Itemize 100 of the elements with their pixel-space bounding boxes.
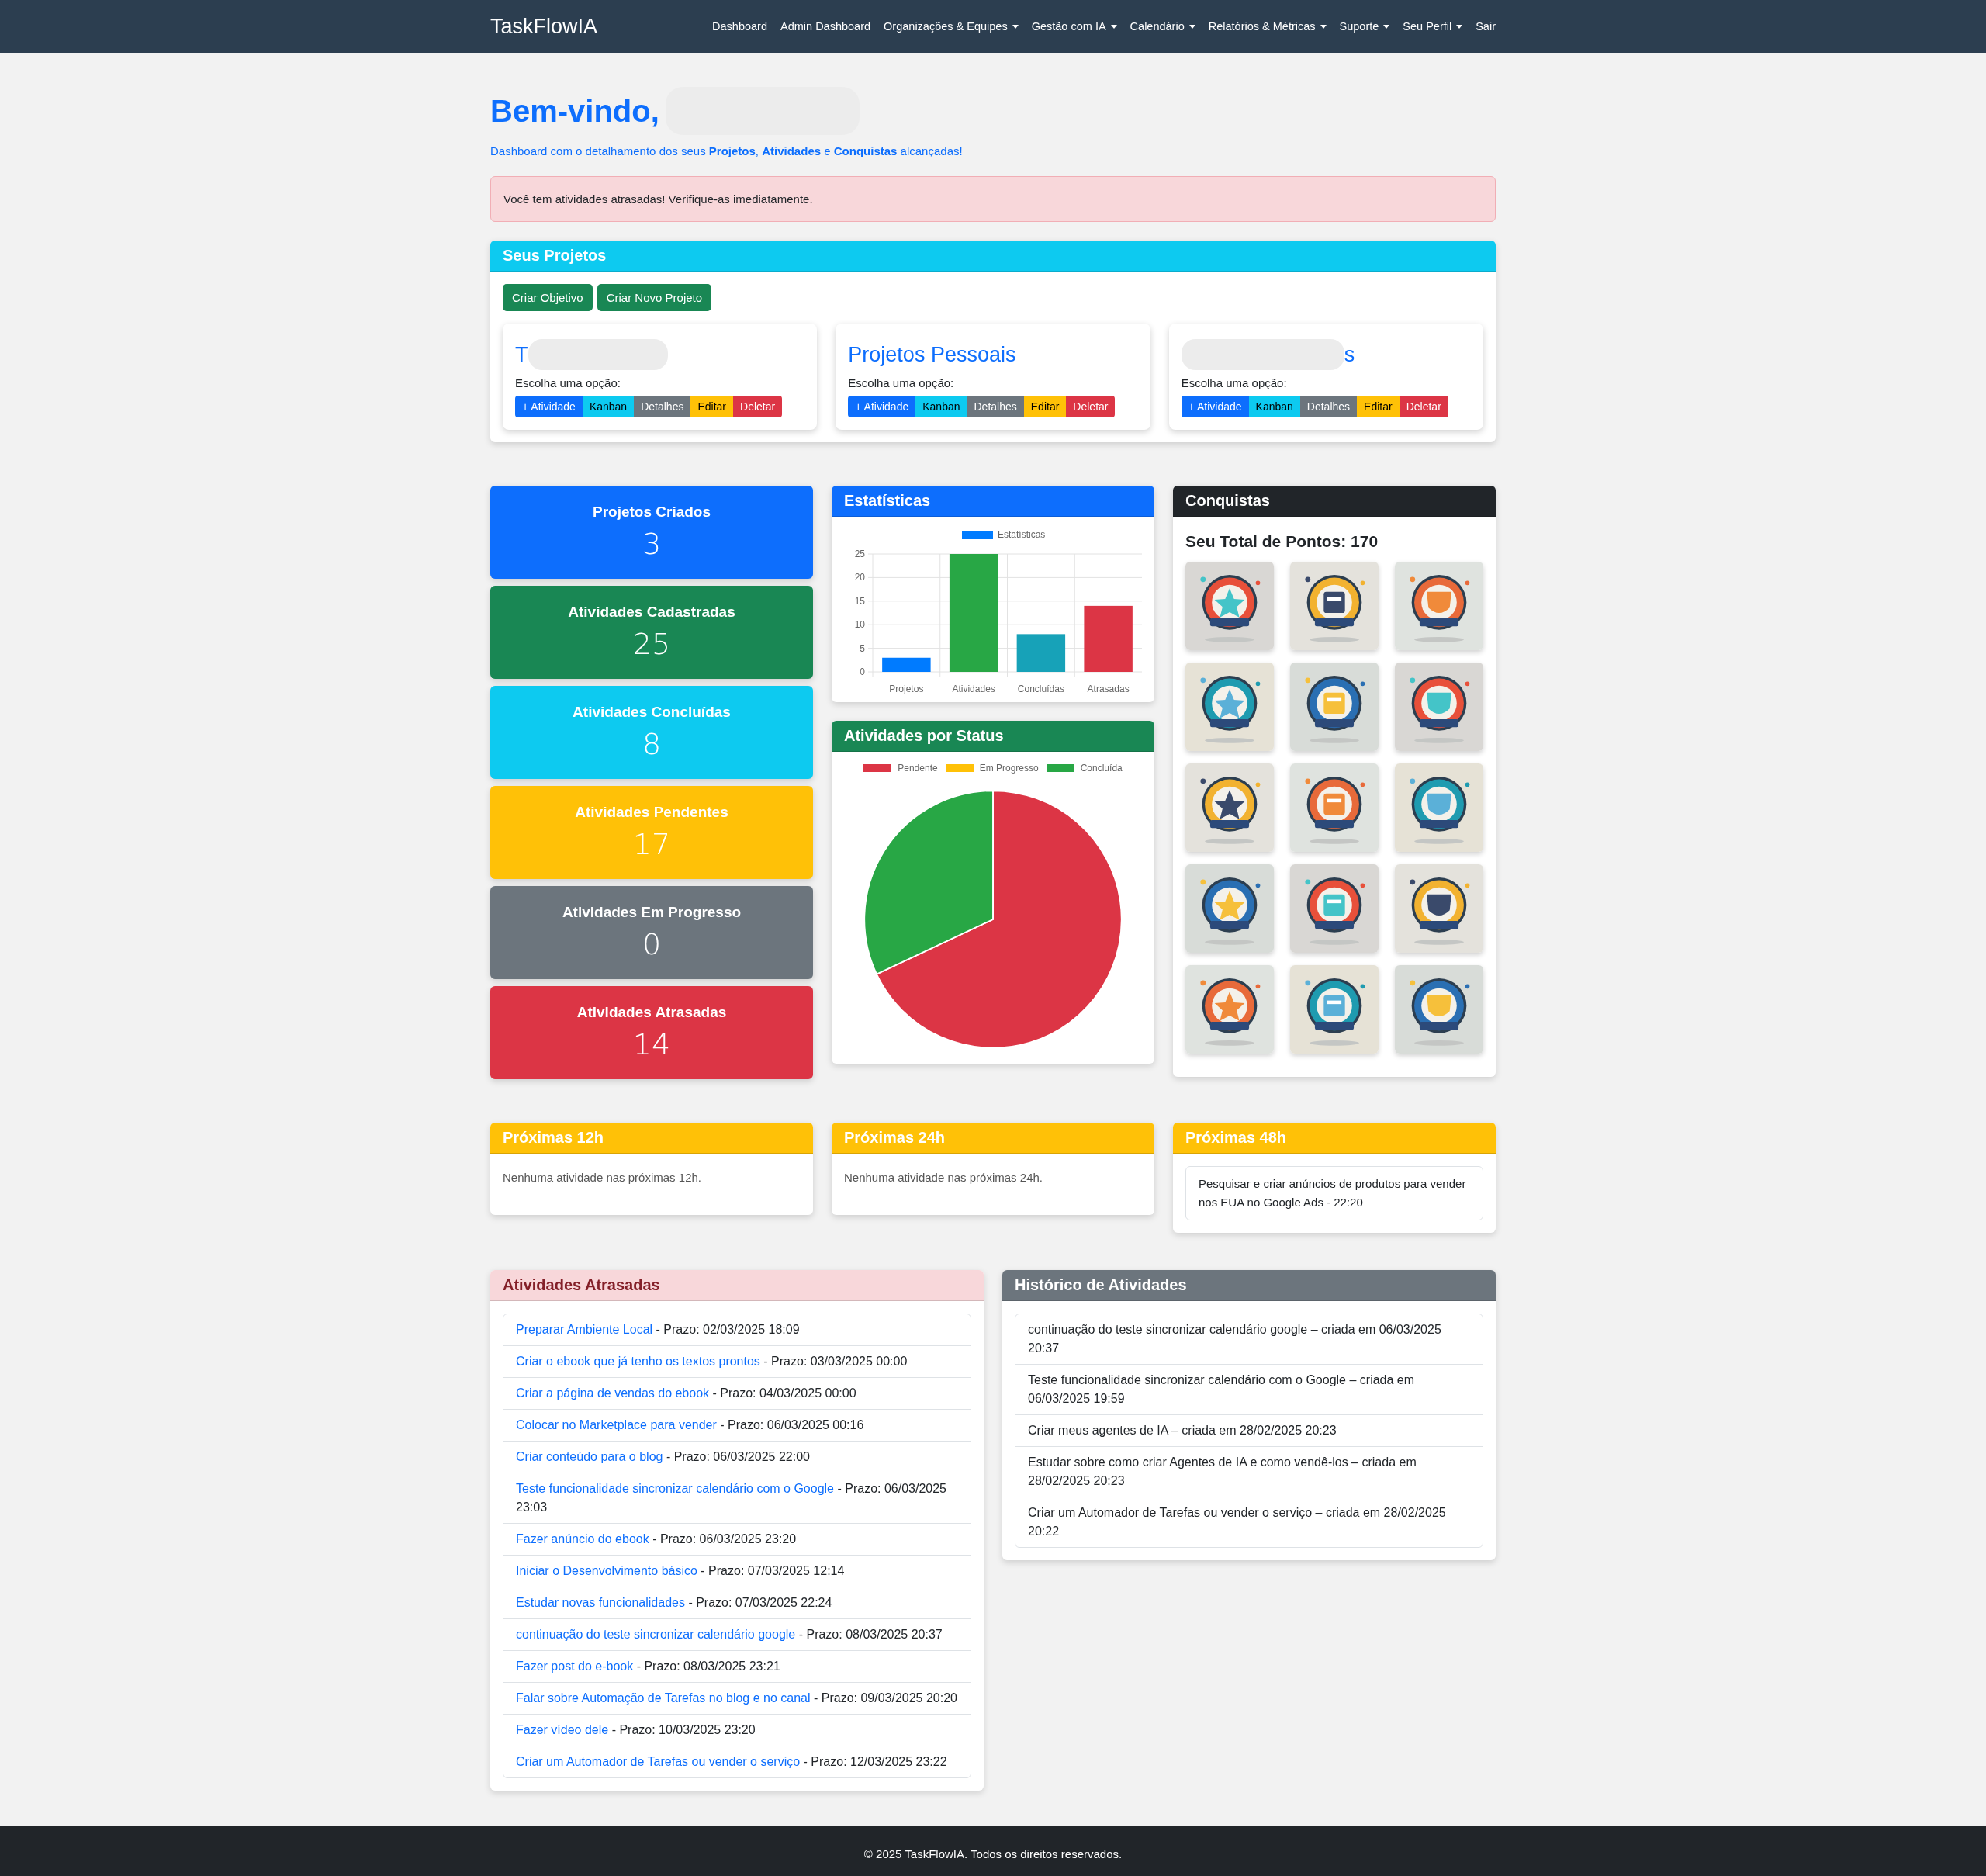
- activity-link[interactable]: Falar sobre Automação de Tarefas no blog e no canal: [516, 1691, 811, 1705]
- project-title[interactable]: s: [1344, 342, 1355, 367]
- panel-header: Histórico de Atividades: [1002, 1270, 1496, 1301]
- stat-value: 8: [642, 727, 662, 761]
- alert-message: Você tem atividades atrasadas! Verifique-as imediatamente.: [490, 176, 1496, 222]
- option-prompt: Escolha uma opção:: [848, 376, 955, 389]
- overdue-item: Fazer post do e-book - Prazo: 08/03/2025 23:21: [503, 1651, 971, 1683]
- panel-header: Próximas 48h: [1173, 1123, 1496, 1154]
- welcome-subtitle: Dashboard com o detalhamento dos seus Projetos, Atividades e Conquistas alcançadas!: [490, 144, 964, 157]
- axis-category-label: Atividades: [952, 684, 995, 694]
- nav-link[interactable]: Suporte: [1339, 20, 1390, 33]
- stat-value: 3: [642, 527, 662, 561]
- action-button[interactable]: Kanban: [915, 396, 967, 417]
- empty-message: Nenhuma atividade nas próximas 24h.: [844, 1170, 1043, 1185]
- nav-label: Seu Perfil: [1403, 20, 1452, 33]
- action-button[interactable]: Detalhes: [967, 396, 1024, 417]
- stat-value: 0: [642, 927, 662, 961]
- points-total: Seu Total de Pontos: 170: [1185, 532, 1379, 551]
- footer-text: © 2025 TaskFlowIA. Todos os direitos reservados.: [0, 1826, 1986, 1876]
- activity-link[interactable]: Fazer anúncio do ebook: [516, 1532, 649, 1545]
- activity-link[interactable]: Preparar Ambiente Local: [516, 1323, 653, 1336]
- activity-link[interactable]: Teste funcionalidade sincronizar calendário com o Google: [516, 1482, 834, 1495]
- create-button[interactable]: Criar Novo Projeto: [597, 284, 712, 311]
- overdue-item: continuação do teste sincronizar calendário google - Prazo: 08/03/2025 20:37: [503, 1619, 971, 1651]
- overdue-item: Falar sobre Automação de Tarefas no blog e no canal - Prazo: 09/03/2025 20:20: [503, 1683, 971, 1715]
- action-button[interactable]: Deletar: [1066, 396, 1116, 417]
- upcoming-item[interactable]: Pesquisar e criar anúncios de produtos para vender nos EUA no Google Ads - 22:20: [1185, 1166, 1483, 1220]
- activity-link[interactable]: Criar um Automador de Tarefas ou vender o serviço: [516, 1755, 801, 1768]
- axis-tick-label: 15: [854, 595, 865, 607]
- activity-link[interactable]: Colocar no Marketplace para vender: [516, 1418, 717, 1431]
- legend-label: Pendente: [898, 763, 938, 774]
- create-button[interactable]: Criar Objetivo: [503, 284, 593, 311]
- legend-label: Concluída: [1080, 763, 1123, 774]
- axis-tick-label: 5: [860, 642, 865, 654]
- nav-link[interactable]: Seu Perfil: [1403, 20, 1463, 33]
- overdue-item: Estudar novas funcionalidades - Prazo: 07/03/2025 22:24: [503, 1587, 971, 1619]
- activity-link[interactable]: Estudar novas funcionalidades: [516, 1596, 685, 1609]
- action-button[interactable]: Editar: [1023, 396, 1067, 417]
- axis-tick-label: 10: [854, 619, 865, 631]
- action-button[interactable]: Deletar: [733, 396, 783, 417]
- overdue-item: Criar um Automador de Tarefas ou vender o serviço - Prazo: 12/03/2025 23:22: [515, 1754, 948, 1770]
- option-prompt: Escolha uma opção:: [1181, 376, 1288, 389]
- action-button[interactable]: Detalhes: [634, 396, 691, 417]
- stat-label: Atividades Concluídas: [573, 704, 731, 721]
- action-button[interactable]: Kanban: [582, 396, 635, 417]
- overdue-item: Criar a página de vendas do ebook - Prazo: 04/03/2025 00:00: [503, 1378, 971, 1410]
- activity-link[interactable]: Criar conteúdo para o blog: [516, 1450, 663, 1463]
- axis-tick-label: 20: [854, 572, 865, 583]
- stat-label: Atividades Atrasadas: [576, 1004, 727, 1021]
- axis-category-label: Atrasadas: [1087, 684, 1130, 694]
- project-title[interactable]: Projetos Pessoais: [848, 342, 1016, 367]
- overdue-item: Teste funcionalidade sincronizar calendário com o Google - Prazo: 06/03/2025 23:03: [503, 1473, 971, 1524]
- action-button[interactable]: Editar: [690, 396, 733, 417]
- stat-value: 14: [632, 1027, 671, 1061]
- history-item: Criar meus agentes de IA – criada em 28/02/2025 20:23: [1015, 1415, 1483, 1447]
- legend-label: Em Progresso: [979, 763, 1039, 774]
- nav-link[interactable]: Admin Dashboard: [780, 20, 871, 33]
- panel-header: Próximas 24h: [832, 1123, 1154, 1154]
- overdue-item: Criar o ebook que já tenho os textos prontos - Prazo: 03/03/2025 00:00: [503, 1346, 971, 1378]
- nav-link[interactable]: Sair: [1476, 20, 1496, 33]
- overdue-item: Fazer anúncio do ebook - Prazo: 06/03/2025 23:20: [503, 1524, 971, 1556]
- axis-tick-label: 25: [854, 549, 865, 559]
- activity-link[interactable]: continuação do teste sincronizar calendário google: [516, 1628, 796, 1641]
- action-button[interactable]: + Atividade: [1181, 396, 1249, 417]
- activity-link[interactable]: Fazer vídeo dele: [516, 1723, 609, 1736]
- legend-label: Estatísticas: [998, 529, 1046, 540]
- project-title[interactable]: T: [515, 342, 528, 367]
- nav-link[interactable]: Dashboard: [712, 20, 767, 33]
- nav-link[interactable]: Calendário: [1130, 20, 1195, 33]
- history-item: Estudar sobre como criar Agentes de IA e como vendê-los – criada em 28/02/2025 20:23: [1015, 1447, 1483, 1497]
- activity-link[interactable]: Criar a página de vendas do ebook: [516, 1386, 710, 1400]
- stat-label: Atividades Em Progresso: [562, 904, 742, 921]
- overdue-item: Criar conteúdo para o blog - Prazo: 06/03/2025 22:00: [503, 1442, 971, 1473]
- activity-link[interactable]: Criar o ebook que já tenho os textos prontos: [516, 1355, 760, 1368]
- history-item: continuação do teste sincronizar calendário google – criada em 06/03/2025 20:37: [1015, 1314, 1483, 1365]
- nav-label: Calendário: [1130, 20, 1185, 33]
- overdue-item: Preparar Ambiente Local - Prazo: 02/03/2025 18:09: [503, 1314, 971, 1346]
- action-button[interactable]: + Atividade: [515, 396, 583, 417]
- overdue-item: Colocar no Marketplace para vender - Prazo: 06/03/2025 00:16: [503, 1410, 971, 1442]
- history-item: Teste funcionalidade sincronizar calendário com o Google – criada em 06/03/2025 19:59: [1015, 1365, 1483, 1415]
- action-button[interactable]: Kanban: [1248, 396, 1300, 417]
- panel-header: Atividades Atrasadas: [490, 1270, 984, 1301]
- activity-link[interactable]: Iniciar o Desenvolvimento básico: [516, 1564, 697, 1577]
- action-button[interactable]: + Atividade: [848, 396, 916, 417]
- panel-header: Conquistas: [1173, 486, 1496, 517]
- empty-message: Nenhuma atividade nas próximas 12h.: [503, 1170, 702, 1185]
- overdue-item: Fazer vídeo dele - Prazo: 10/03/2025 23:20: [503, 1715, 971, 1746]
- welcome-title: Bem-vindo,: [490, 93, 659, 129]
- panel-header: Atividades por Status: [832, 721, 1154, 752]
- action-button[interactable]: Detalhes: [1299, 396, 1358, 417]
- stat-value: 17: [632, 827, 671, 861]
- stat-label: Atividades Cadastradas: [568, 604, 735, 621]
- brand-logo[interactable]: TaskFlowIA: [490, 14, 598, 39]
- activity-link[interactable]: Fazer post do e-book: [516, 1660, 634, 1673]
- action-button[interactable]: Deletar: [1399, 396, 1448, 417]
- action-button[interactable]: Editar: [1357, 396, 1400, 417]
- axis-category-label: Concluídas: [1017, 684, 1064, 694]
- panel-header: Seus Projetos: [490, 241, 1496, 272]
- overdue-item: Iniciar o Desenvolvimento básico - Prazo: 07/03/2025 12:14: [503, 1556, 971, 1587]
- axis-category-label: Projetos: [889, 684, 924, 694]
